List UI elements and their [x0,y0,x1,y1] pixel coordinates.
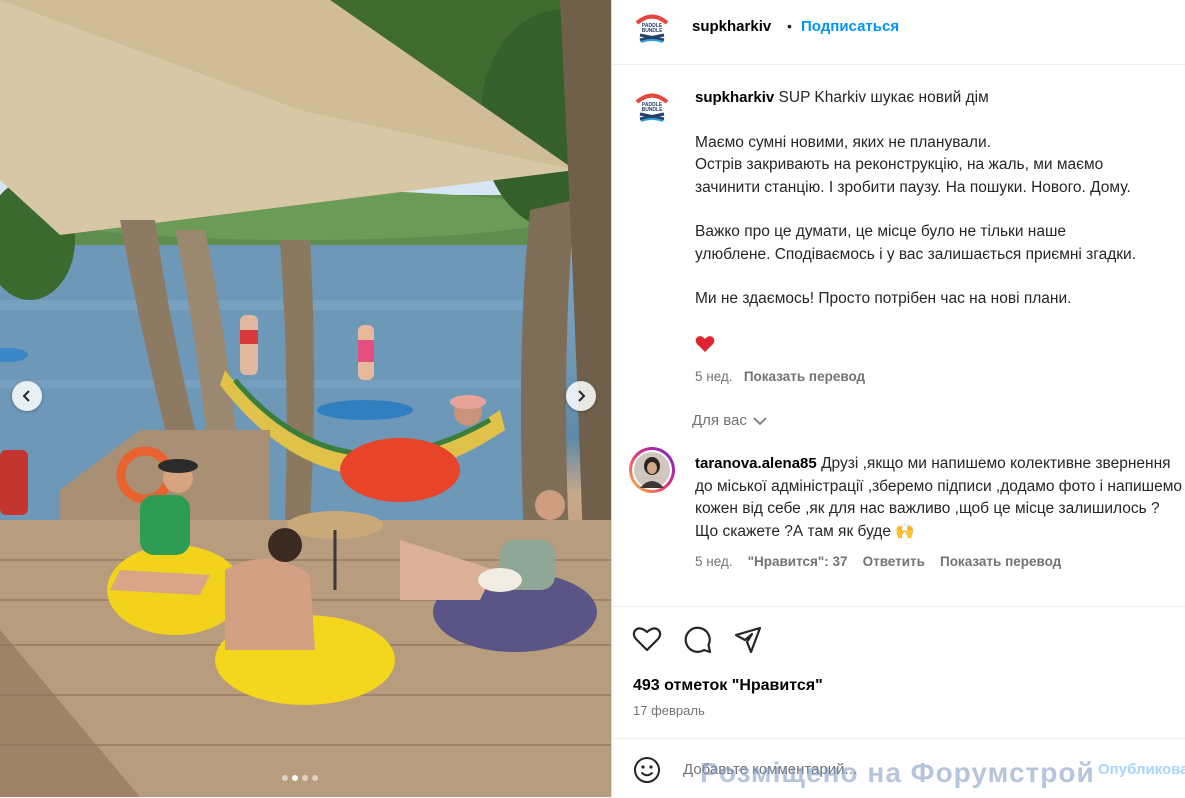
for-you-toggle[interactable]: Для вас [692,412,767,429]
caption-line: улюблене. Сподіваємось і у вас залишаєть… [695,245,1137,263]
post-caption: supkharkiv SUP Kharkiv шукає новий дім М… [695,87,1185,389]
carousel-dot [312,775,318,781]
for-you-label: Для вас [692,412,747,429]
author-avatar[interactable]: PADDLE BUNDLE [631,6,673,48]
caption-line: Маємо сумні новими, яких не планували. [695,133,991,151]
comment-reply-button[interactable]: Ответить [863,554,925,569]
carousel-next-button[interactable] [566,381,596,411]
follow-button[interactable]: Подписаться [801,18,899,35]
carousel-dot [302,775,308,781]
add-comment-bar: Добавьте комментарий... Опубликовать [612,738,1185,798]
svg-text:BUNDLE: BUNDLE [642,28,663,34]
share-button[interactable] [733,625,763,660]
heart-icon [632,627,662,652]
caption-line: зачинити станцію. І зробити паузу. На по… [695,178,1131,196]
caption-username[interactable]: supkharkiv [695,89,774,106]
like-button[interactable] [632,625,662,658]
caption-time: 5 нед. [695,369,733,384]
share-icon [734,626,762,654]
comment-icon [684,626,712,654]
carousel-prev-button[interactable] [12,381,42,411]
carousel-dot-active [292,775,298,781]
post-actions [612,606,1185,607]
red-heart-emoji-icon [695,335,715,352]
author-username[interactable]: supkharkiv [692,18,771,35]
chevron-right-icon [578,390,586,402]
post-header: PADDLE BUNDLE supkharkiv • Подписаться [612,0,1185,65]
chevron-left-icon [22,390,30,402]
paddle-bundle-logo: PADDLE BUNDLE [631,85,673,127]
commenter-avatar[interactable] [629,447,675,493]
publish-button[interactable]: Опубликовать [1098,761,1185,778]
comment-likes[interactable]: "Нравится": 37 [748,554,848,569]
post-date: 17 февраль [633,703,705,718]
separator-dot: • [787,18,792,34]
post-photo[interactable] [0,0,611,797]
chevron-down-icon [753,416,767,425]
comment-translate-link[interactable]: Показать перевод [940,554,1061,569]
paddle-bundle-logo: PADDLE BUNDLE [631,6,673,48]
carousel-dot [282,775,288,781]
carousel-indicator [282,775,318,781]
caption-line: Ми не здаємось! Просто потрібен час на н… [695,290,1072,307]
comment-button[interactable] [683,625,713,660]
caption-line: Острів закривають на реконструкцію, на ж… [695,156,1104,173]
post-sidebar: PADDLE BUNDLE supkharkiv • Подписаться P… [611,0,1185,797]
comment-input[interactable]: Добавьте комментарий... [683,761,857,778]
photo-scene [0,0,611,797]
likes-count[interactable]: 493 отметок "Нравится" [633,677,823,695]
caption-line: Важко про це думати, це місце було не ті… [695,223,1067,240]
comment: taranova.alena85 Друзі ,якщо ми напишемо… [695,453,1183,574]
caption-avatar[interactable]: PADDLE BUNDLE [631,85,673,127]
comment-username[interactable]: taranova.alena85 [695,455,817,472]
commenter-photo [634,452,670,488]
emoji-icon[interactable] [633,756,661,784]
comment-time: 5 нед. [695,554,733,569]
caption-title: SUP Kharkiv шукає новий дім [778,89,989,106]
caption-translate-link[interactable]: Показать перевод [744,369,865,384]
svg-text:BUNDLE: BUNDLE [642,107,663,113]
